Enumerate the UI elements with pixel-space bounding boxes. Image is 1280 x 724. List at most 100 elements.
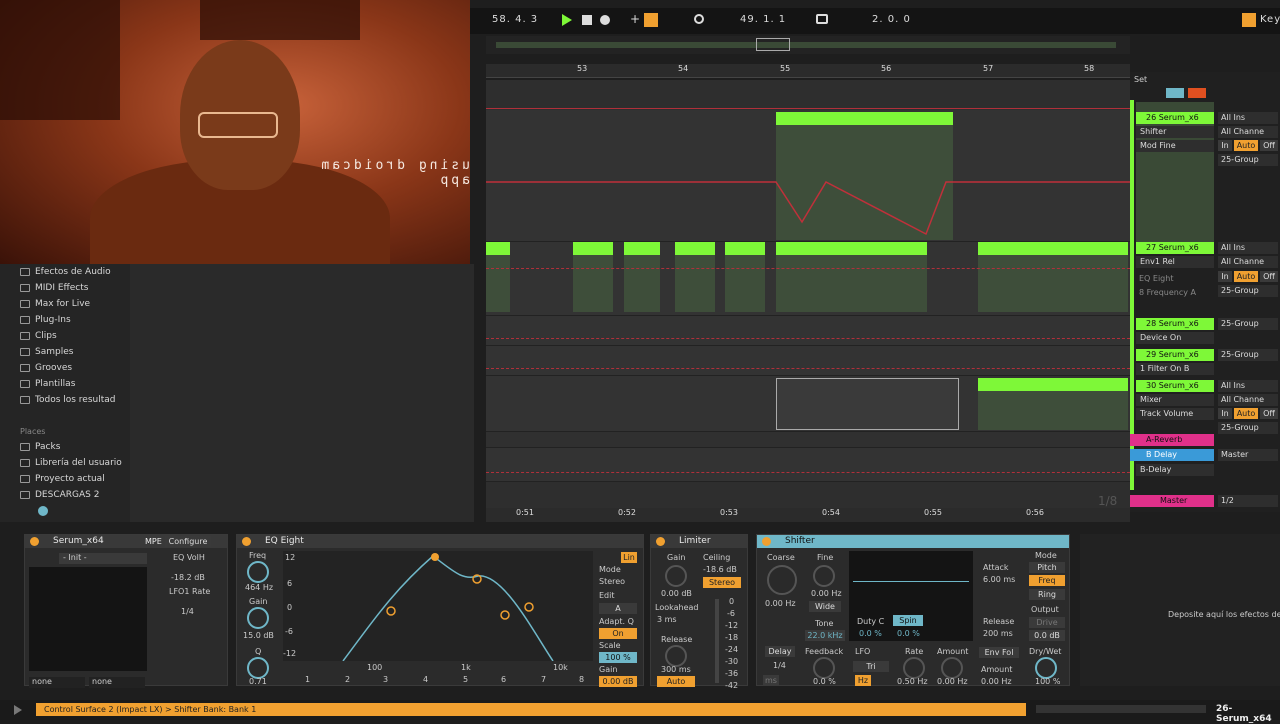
return-b-output[interactable]: Master (1218, 449, 1278, 461)
limiter-gain-knob[interactable] (665, 565, 687, 587)
limiter-auto-button[interactable]: Auto (657, 676, 695, 687)
shifter-rate-knob[interactable] (903, 657, 925, 679)
automation-curve[interactable] (486, 110, 1130, 242)
track-name-28[interactable]: 28 Serum_x6 (1136, 318, 1214, 330)
shifter-lfo-wave-select[interactable]: Tri (853, 661, 889, 672)
shifter-coarse-knob[interactable] (767, 565, 797, 595)
shifter-output-value[interactable]: 0.0 dB (1029, 630, 1065, 641)
device-drop-zone[interactable]: Deposite aquí los efectos de (1080, 534, 1280, 686)
return-track-b[interactable]: B Delay (1130, 449, 1214, 461)
eq-mode-select[interactable]: Stereo (599, 577, 625, 586)
shifter-amount-knob[interactable] (941, 657, 963, 679)
track-26-monitor-off[interactable]: Off (1260, 140, 1278, 151)
master-output[interactable]: 1/2 (1218, 495, 1278, 507)
status-expand-icon[interactable] (14, 705, 22, 715)
track-26-param-select[interactable]: Mod Fine (1136, 140, 1214, 152)
shifter-fine-knob[interactable] (813, 565, 835, 587)
browser-item-samples[interactable]: Samples (20, 344, 130, 360)
track-30-device-select[interactable]: Mixer (1136, 394, 1214, 406)
shifter-tone-value[interactable]: 22.0 kHz (805, 630, 845, 641)
track-lane-30[interactable] (486, 376, 1130, 432)
track-lane-27[interactable] (486, 242, 1130, 316)
eq-scale-value[interactable]: 100 % (599, 652, 637, 663)
shifter-spin-value[interactable]: 0.0 % (897, 629, 920, 638)
shifter-delay-ms-toggle[interactable]: ms (763, 675, 779, 686)
return-b-device-select[interactable]: B-Delay (1136, 464, 1214, 476)
track-26-output[interactable]: 25-Group (1218, 154, 1278, 166)
browser-place-current-project[interactable]: Proyecto actual (20, 471, 130, 487)
eq-lin-button[interactable]: Lin (621, 552, 637, 563)
device-power-icon[interactable] (242, 537, 251, 546)
device-power-icon[interactable] (656, 537, 665, 546)
shifter-lfo-hz-toggle[interactable]: Hz (855, 675, 871, 686)
time-ruler[interactable]: 0:51 0:52 0:53 0:54 0:55 0:56 (486, 508, 1130, 522)
track-name-30[interactable]: 30 Serum_x6 (1136, 380, 1214, 392)
serum-plugin-display[interactable] (29, 567, 147, 671)
track-27-device-select[interactable]: Env1 Rel (1136, 256, 1214, 268)
eq-band-3[interactable]: 3 (383, 675, 388, 684)
browser-item-clips[interactable]: Clips (20, 328, 130, 344)
return-lane-b[interactable] (486, 448, 1130, 482)
eq-band-2[interactable]: 2 (345, 675, 350, 684)
track-26-monitor-in[interactable]: In (1218, 140, 1232, 151)
track-29-output[interactable]: 25-Group (1218, 349, 1278, 361)
serum-param1-value[interactable]: -18.2 dB (171, 573, 205, 582)
shifter-env-amount-value[interactable]: 0.00 Hz (981, 677, 1012, 686)
shifter-mode-freq[interactable]: Freq (1029, 575, 1065, 586)
loop-start[interactable]: 49. 1. 1 (740, 14, 786, 25)
limiter-lookahead-select[interactable]: 3 ms (657, 615, 677, 624)
stop-icon[interactable] (582, 15, 592, 25)
browser-item-audio-effects[interactable]: Efectos de Audio (20, 264, 130, 280)
shifter-envfol-toggle[interactable]: Env Fol (979, 647, 1019, 658)
track-27-input[interactable]: All Ins (1218, 242, 1278, 254)
eq-band-4[interactable]: 4 (423, 675, 428, 684)
arrangement-view[interactable]: 1/8 (486, 80, 1130, 508)
track-26-channel[interactable]: All Channe (1218, 126, 1278, 138)
eq-freq-knob[interactable] (247, 561, 269, 583)
eq-edit-button[interactable]: A (599, 603, 637, 614)
track-27-monitor-in[interactable]: In (1218, 271, 1232, 282)
browser-item-midi-effects[interactable]: MIDI Effects (20, 280, 130, 296)
track-30-input[interactable]: All Ins (1218, 380, 1278, 392)
browser-item-grooves[interactable]: Grooves (20, 360, 130, 376)
shifter-wide-button[interactable]: Wide (809, 601, 841, 612)
shifter-attack-value[interactable]: 6.00 ms (983, 575, 1015, 584)
serum-macro-select-2[interactable]: none (89, 677, 145, 688)
browser-item-plugins[interactable]: Plug-Ins (20, 312, 130, 328)
song-position[interactable]: 58. 4. 3 (492, 14, 538, 25)
browser-place-downloads[interactable]: DESCARGAS 2 (20, 487, 130, 503)
draw-mode-icon[interactable] (644, 13, 658, 27)
shifter-release-value[interactable]: 200 ms (983, 629, 1013, 638)
track-27-output[interactable]: 25-Group (1218, 285, 1278, 297)
track-name-27[interactable]: 27 Serum_x6 (1136, 242, 1214, 254)
automation-toggle-icon[interactable] (1166, 88, 1184, 98)
eq-q-knob[interactable] (247, 657, 269, 679)
metronome-icon[interactable] (694, 14, 704, 24)
limiter-stereo-button[interactable]: Stereo (703, 577, 741, 588)
track-30-output[interactable]: 25-Group (1218, 422, 1278, 434)
browser-place-user-library[interactable]: Librería del usuario (20, 455, 130, 471)
eq-band-8[interactable]: 8 (579, 675, 584, 684)
track-lane-26[interactable] (486, 110, 1130, 242)
track-lane-29[interactable] (486, 346, 1130, 376)
browser-item-all-results[interactable]: Todos los resultad (20, 392, 130, 408)
track-30-param-select[interactable]: Track Volume (1136, 408, 1214, 420)
arrangement-overview[interactable] (486, 36, 1130, 54)
status-scroll-overview[interactable] (1036, 705, 1206, 713)
track-27-monitor-auto[interactable]: Auto (1234, 271, 1258, 282)
track-30-monitor-in[interactable]: In (1218, 408, 1232, 419)
shifter-duty-value[interactable]: 0.0 % (859, 629, 882, 638)
eq-band-1[interactable]: 1 (305, 675, 310, 684)
shifter-delay-toggle[interactable]: Delay (765, 646, 795, 657)
track-name-26[interactable]: 26 Serum_x6 (1136, 112, 1214, 124)
shifter-drywet-knob[interactable] (1035, 657, 1057, 679)
eq-band-selector[interactable]: 1 2 3 4 5 6 7 8 (283, 665, 593, 685)
track-lane-28[interactable] (486, 316, 1130, 346)
serum-configure-button[interactable]: Configure (165, 536, 211, 547)
key-map-label[interactable]: Key (1260, 14, 1280, 25)
eq-band-7[interactable]: 7 (541, 675, 546, 684)
serum-param2-value[interactable]: 1/4 (181, 607, 194, 616)
eq-gain-knob[interactable] (247, 607, 269, 629)
track-30-monitor-off[interactable]: Off (1260, 408, 1278, 419)
device-power-icon[interactable] (762, 537, 771, 546)
